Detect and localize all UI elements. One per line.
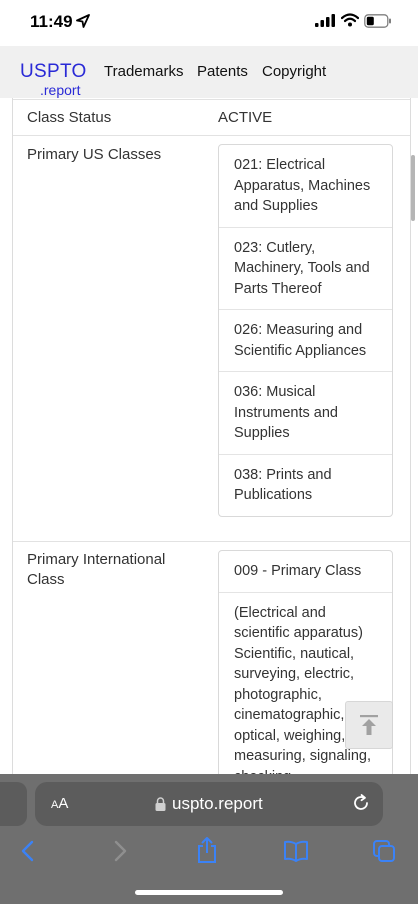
text-size-button[interactable]: AA — [51, 795, 68, 812]
lock-icon — [155, 797, 166, 811]
row-divider — [13, 541, 410, 542]
site-logo[interactable]: USPTO — [20, 61, 87, 83]
reload-icon[interactable] — [351, 793, 371, 813]
class-status-label: Class Status — [27, 109, 112, 126]
site-logo-suffix[interactable]: .report — [40, 82, 80, 98]
tabs-icon[interactable] — [372, 839, 396, 863]
list-item: 036: Musical Instruments and Supplies — [219, 372, 392, 455]
site-header: USPTO .report Trademarks Patents Copyrig… — [0, 46, 418, 98]
list-item: 023: Cutlery, Machinery, Tools and Parts… — [219, 228, 392, 310]
nav-link-trademarks[interactable]: Trademarks — [104, 63, 183, 80]
nav-link-patents[interactable]: Patents — [197, 63, 248, 80]
list-item: 026: Measuring and Scientific Appliances — [219, 310, 392, 372]
primary-international-class-label: Primary International Class — [27, 551, 166, 588]
book-icon[interactable] — [283, 840, 309, 862]
arrow-up-to-line-icon — [360, 715, 378, 735]
home-indicator — [135, 890, 283, 895]
list-item: 009 - Primary Class — [219, 551, 392, 593]
previous-tab-preview[interactable] — [0, 782, 27, 826]
back-to-top-button[interactable] — [345, 701, 393, 749]
chevron-left-icon[interactable] — [20, 840, 36, 862]
share-icon[interactable] — [196, 836, 218, 864]
primary-us-classes-list: 021: Electrical Apparatus, Machines and … — [218, 144, 393, 517]
status-bar: 11:49 — [0, 0, 418, 46]
chevron-right-icon[interactable] — [112, 840, 128, 862]
class-status-value: ACTIVE — [218, 109, 273, 126]
page-scrollbar[interactable] — [411, 155, 415, 221]
nav-link-copyright[interactable]: Copyright — [262, 63, 326, 80]
browser-toolbar: AA uspto.report — [0, 774, 418, 904]
row-divider — [13, 99, 410, 100]
list-item: 038: Prints and Publications — [234, 466, 332, 504]
address-bar[interactable]: AA uspto.report — [35, 782, 383, 826]
status-time: 11:49 — [30, 12, 73, 31]
wifi-icon — [341, 13, 359, 27]
url-text[interactable]: uspto.report — [172, 794, 263, 814]
primary-us-classes-label: Primary US Classes — [27, 146, 162, 163]
row-divider — [13, 135, 410, 136]
details-table: Class Status ACTIVE Primary US Classes 0… — [12, 98, 411, 774]
signal-icon — [315, 14, 335, 27]
list-item: 021: Electrical Apparatus, Machines and … — [219, 145, 392, 228]
battery-icon — [364, 14, 391, 28]
location-arrow-icon — [76, 14, 90, 28]
